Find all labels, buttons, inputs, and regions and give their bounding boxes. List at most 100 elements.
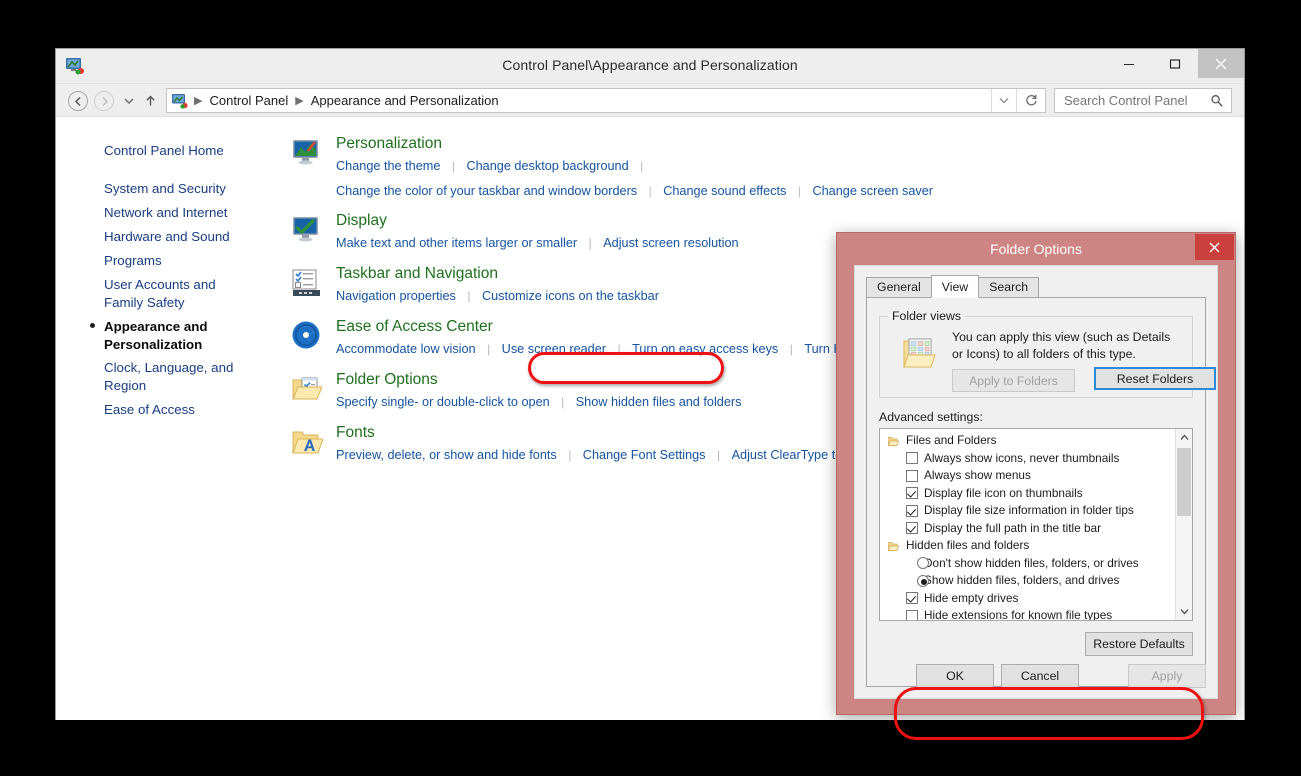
sidebar-item-programs[interactable]: Programs: [56, 249, 276, 273]
link-preview-delete-show-hide-fonts[interactable]: Preview, delete, or show and hide fonts: [336, 448, 557, 462]
breadcrumb-control-panel[interactable]: Control Panel: [207, 93, 290, 108]
link-adjust-screen-resolution[interactable]: Adjust screen resolution: [603, 236, 738, 250]
checkbox-display-full-path-title-bar[interactable]: [906, 522, 918, 534]
list-item[interactable]: Display file size information in folder …: [880, 502, 1192, 520]
apply-to-folders-button[interactable]: Apply to Folders: [952, 369, 1075, 392]
button-label: Reset Folders: [1116, 371, 1194, 386]
category-title[interactable]: Personalization: [336, 135, 1244, 153]
chevron-down-icon[interactable]: [120, 91, 138, 111]
back-button[interactable]: [68, 91, 88, 111]
minimize-button[interactable]: [1106, 49, 1152, 78]
tab-general[interactable]: General: [866, 277, 932, 298]
navigation-bar: ▶ Control Panel ▶ Appearance and Persona…: [56, 84, 1244, 117]
link-separator: |: [451, 158, 455, 173]
forward-button[interactable]: [94, 91, 114, 111]
fonts-icon: [291, 426, 324, 458]
sidebar-item-label: System and Security: [104, 180, 226, 196]
reset-folders-button[interactable]: Reset Folders: [1094, 367, 1216, 390]
link-separator: |: [467, 289, 471, 304]
checkbox-display-file-icon-thumbnails[interactable]: [906, 487, 918, 499]
dialog-close-button[interactable]: [1195, 234, 1234, 260]
link-separator: |: [568, 448, 572, 463]
list-group-label: Hidden files and folders: [906, 538, 1030, 552]
sidebar-item-appearance-and-personalization[interactable]: Appearance and Personalization: [56, 315, 234, 357]
link-separator: |: [716, 448, 721, 463]
refresh-icon[interactable]: [1016, 89, 1045, 112]
sidebar-item-user-accounts[interactable]: User Accounts and Family Safety: [56, 273, 236, 315]
address-dropdown-icon[interactable]: [991, 89, 1015, 112]
list-item[interactable]: Don't show hidden files, folders, or dri…: [880, 555, 1192, 573]
tab-view[interactable]: View: [930, 275, 980, 298]
sidebar-item-ease-of-access[interactable]: Ease of Access: [56, 398, 276, 422]
advanced-settings-list[interactable]: Files and Folders Always show icons, nev…: [879, 428, 1193, 621]
sidebar-item-hardware-and-sound[interactable]: Hardware and Sound: [56, 225, 276, 249]
link-change-color-taskbar[interactable]: Change the color of your taskbar and win…: [336, 184, 637, 198]
list-item[interactable]: Hide empty drives: [880, 590, 1192, 608]
list-item[interactable]: Always show menus: [880, 467, 1192, 485]
link-navigation-properties[interactable]: Navigation properties: [336, 289, 456, 303]
list-group-files-and-folders: Files and Folders: [880, 432, 1192, 450]
link-show-hidden-files-and-folders[interactable]: Show hidden files and folders: [576, 395, 742, 409]
list-item[interactable]: Hide extensions for known file types: [880, 607, 1192, 620]
checkbox-hide-empty-drives[interactable]: [906, 592, 918, 604]
link-change-the-theme[interactable]: Change the theme: [336, 159, 440, 173]
address-control-panel-icon: [171, 93, 189, 109]
checkbox-always-show-menus[interactable]: [906, 469, 918, 482]
link-use-screen-reader[interactable]: Use screen reader: [502, 342, 606, 356]
close-button[interactable]: [1198, 49, 1244, 78]
link-change-desktop-background[interactable]: Change desktop background: [466, 159, 628, 173]
sidebar-item-system-and-security[interactable]: System and Security: [56, 177, 276, 201]
search-box[interactable]: [1054, 88, 1232, 113]
ok-button[interactable]: OK: [916, 664, 994, 688]
link-separator: |: [487, 342, 491, 357]
advanced-list-scrollbar[interactable]: [1175, 429, 1192, 620]
link-change-screen-saver[interactable]: Change screen saver: [812, 184, 933, 198]
address-bar[interactable]: ▶ Control Panel ▶ Appearance and Persona…: [166, 88, 1046, 113]
sidebar-item-control-panel-home[interactable]: Control Panel Home: [56, 139, 276, 163]
category-title[interactable]: Display: [336, 212, 1244, 230]
search-icon[interactable]: [1210, 94, 1224, 113]
dialog-title: Folder Options: [990, 241, 1082, 257]
checkbox-hide-extensions[interactable]: [906, 609, 918, 620]
scroll-down-icon[interactable]: [1176, 603, 1192, 620]
display-icon: [291, 214, 323, 246]
scroll-up-icon[interactable]: [1176, 429, 1192, 446]
personalization-icon: [291, 137, 323, 169]
checkbox-always-show-icons[interactable]: [906, 452, 918, 464]
link-customize-icons-taskbar[interactable]: Customize icons on the taskbar: [482, 289, 659, 303]
apply-button[interactable]: Apply: [1128, 664, 1206, 688]
list-item[interactable]: Display the full path in the title bar: [880, 520, 1192, 538]
tab-search[interactable]: Search: [978, 277, 1040, 298]
link-change-font-settings[interactable]: Change Font Settings: [583, 448, 706, 462]
window-title: Control Panel\Appearance and Personaliza…: [502, 57, 798, 73]
link-adjust-cleartype-text[interactable]: Adjust ClearType text: [732, 448, 853, 462]
scrollbar-thumb[interactable]: [1177, 448, 1191, 516]
link-turn-on-easy-access-keys[interactable]: Turn on easy access keys: [632, 342, 778, 356]
list-item[interactable]: Always show icons, never thumbnails: [880, 450, 1192, 468]
search-input[interactable]: [1062, 92, 1210, 109]
radio-dont-show-hidden-files[interactable]: [917, 557, 929, 569]
cancel-button[interactable]: Cancel: [1001, 664, 1079, 688]
tab-label: Search: [989, 280, 1029, 294]
link-make-text-larger[interactable]: Make text and other items larger or smal…: [336, 236, 577, 250]
link-change-sound-effects[interactable]: Change sound effects: [663, 184, 786, 198]
checkbox-display-file-size-folder-tips[interactable]: [906, 504, 918, 517]
list-group-label: Files and Folders: [906, 433, 997, 447]
link-separator: |: [617, 342, 621, 357]
tab-label: General: [877, 280, 921, 294]
breadcrumb-separator: ▶: [194, 95, 203, 107]
radio-show-hidden-files[interactable]: [917, 574, 929, 587]
sidebar-item-label: User Accounts and Family Safety: [104, 276, 216, 310]
sidebar-item-network-and-internet[interactable]: Network and Internet: [56, 201, 276, 225]
restore-defaults-button[interactable]: Restore Defaults: [1085, 632, 1193, 656]
list-item-label: Show hidden files, folders, and drives: [924, 573, 1120, 587]
maximize-button[interactable]: [1152, 49, 1198, 78]
up-button[interactable]: [141, 91, 159, 111]
sidebar-item-clock-language-region[interactable]: Clock, Language, and Region: [56, 356, 276, 398]
link-specify-single-double-click[interactable]: Specify single- or double-click to open: [336, 395, 550, 409]
breadcrumb-appearance[interactable]: Appearance and Personalization: [309, 93, 501, 108]
list-item[interactable]: Show hidden files, folders, and drives: [880, 572, 1192, 590]
button-label: OK: [946, 669, 964, 683]
link-accommodate-low-vision[interactable]: Accommodate low vision: [336, 342, 476, 356]
list-item[interactable]: Display file icon on thumbnails: [880, 485, 1192, 503]
